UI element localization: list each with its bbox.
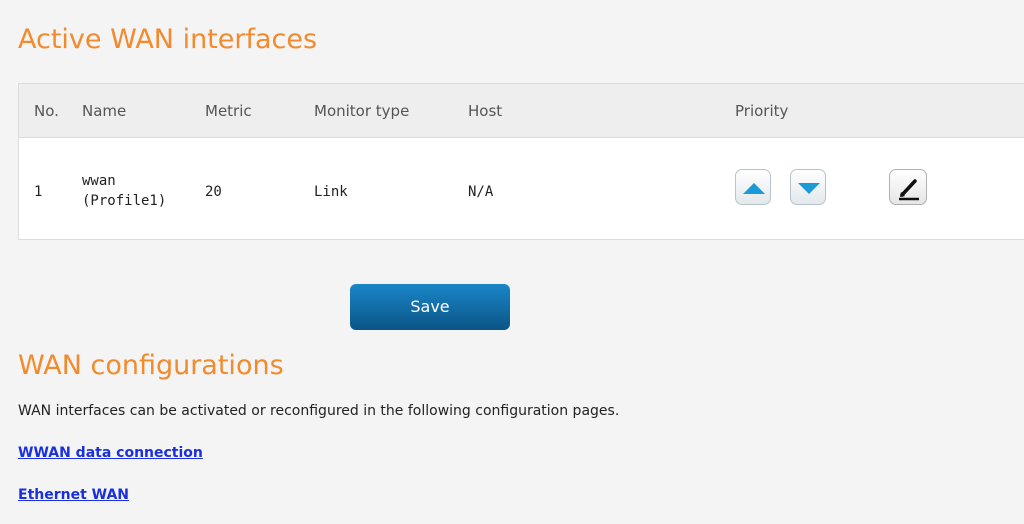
row-name-line1: wwan	[82, 173, 116, 189]
header-monitor-type: Monitor type	[314, 102, 410, 120]
row-name: wwan (Profile1)	[82, 171, 166, 211]
arrow-up-icon	[743, 183, 765, 194]
wwan-data-connection-link[interactable]: WWAN data connection	[18, 445, 203, 461]
table-row: 1 wwan (Profile1) 20 Link N/A	[19, 138, 1024, 240]
ethernet-wan-link[interactable]: Ethernet WAN	[18, 487, 129, 503]
arrow-down-icon	[798, 183, 820, 194]
row-no: 1	[34, 184, 43, 200]
active-wan-title: Active WAN interfaces	[18, 24, 318, 55]
move-up-button[interactable]	[735, 169, 771, 205]
edit-button[interactable]	[889, 169, 927, 205]
header-no: No.	[34, 102, 59, 120]
active-wan-table: No. Name Metric Monitor type Host Priori…	[18, 83, 1024, 240]
save-button[interactable]: Save	[350, 284, 510, 330]
row-metric: 20	[205, 184, 222, 200]
row-monitor-type: Link	[314, 184, 348, 200]
table-header: No. Name Metric Monitor type Host Priori…	[19, 84, 1024, 138]
wan-configurations-title: WAN configurations	[18, 350, 284, 381]
header-host: Host	[468, 102, 503, 120]
header-name: Name	[82, 102, 127, 120]
row-host: N/A	[468, 184, 494, 200]
move-down-button[interactable]	[790, 169, 826, 205]
pencil-icon	[899, 179, 919, 201]
header-metric: Metric	[205, 102, 252, 120]
header-priority: Priority	[735, 102, 789, 120]
row-name-line2: (Profile1)	[82, 193, 167, 209]
config-description: WAN interfaces can be activated or recon…	[18, 403, 620, 419]
wan-settings-page: Active WAN interfaces No. Name Metric Mo…	[0, 0, 1024, 524]
